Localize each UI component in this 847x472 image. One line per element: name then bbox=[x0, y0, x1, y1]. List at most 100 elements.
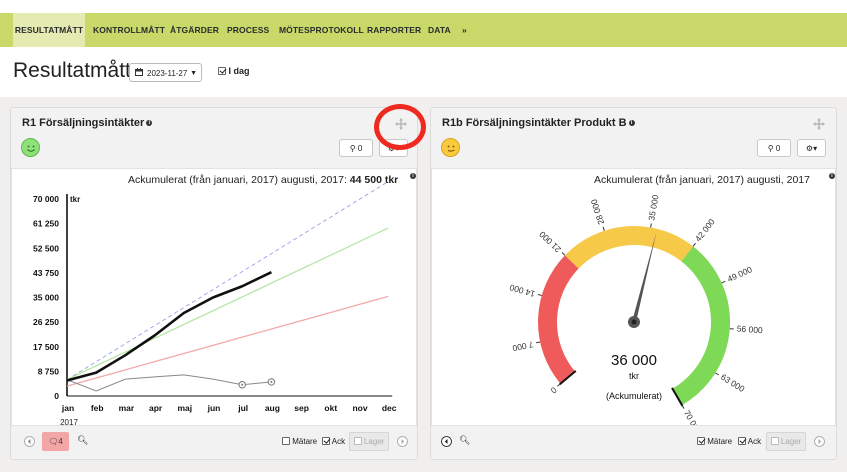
chart-panel: Ackumulerat (från januari, 2017) augusti… bbox=[431, 168, 836, 426]
card-title: R1b Försäljningsintäkter Produkt Bi bbox=[442, 117, 635, 129]
y-tick-label: 61 250 bbox=[33, 219, 59, 229]
gauge-tick-label: 49 000 bbox=[726, 264, 754, 284]
gauge-tick-label: 0 bbox=[549, 385, 559, 396]
gauge-tick bbox=[715, 372, 720, 376]
x-tick-label: aug bbox=[265, 403, 280, 413]
comments-button[interactable]: 🗨4 bbox=[42, 432, 69, 451]
nav-item-data[interactable]: DATA bbox=[428, 13, 451, 47]
comments-count: 4 bbox=[58, 437, 63, 446]
y-tick-label: 52 500 bbox=[33, 243, 59, 253]
x-tick-label: jun bbox=[207, 403, 221, 413]
card-title: R1 Försäljningsintäkter i bbox=[22, 117, 153, 129]
comment-icon: 🗨 bbox=[48, 437, 59, 446]
gauge-tick-label: 63 000 bbox=[719, 372, 747, 394]
gauge-tick bbox=[721, 280, 726, 284]
card-footer: 🔍︎ Mätare Ack Lager bbox=[431, 432, 836, 452]
gauge-tick-label: 42 000 bbox=[693, 217, 717, 244]
ack-toggle[interactable]: Ack bbox=[738, 437, 761, 446]
gauge-tick bbox=[602, 226, 605, 231]
matare-label: Mätare bbox=[707, 437, 733, 446]
info-icon[interactable]: i bbox=[146, 120, 153, 126]
gauge-tick bbox=[536, 341, 541, 344]
matare-toggle[interactable]: Mätare bbox=[282, 437, 317, 446]
matare-checkbox[interactable] bbox=[282, 437, 290, 445]
page-header: Resultatmått 2023-11-27 ▼ I dag bbox=[0, 47, 847, 97]
x-tick-label: maj bbox=[177, 403, 192, 413]
next-icon[interactable] bbox=[814, 436, 825, 447]
gauge-band-0 bbox=[538, 255, 579, 384]
lager-checkbox bbox=[770, 437, 779, 445]
highlight-ring bbox=[374, 104, 426, 150]
calendar-icon bbox=[135, 68, 143, 76]
card-footer: 🗨4 🔍︎ Mätare Ack Lager bbox=[11, 432, 417, 452]
x-tick-label: jan bbox=[61, 403, 74, 413]
ack-checkbox[interactable] bbox=[322, 437, 330, 445]
y-tick-label: 43 750 bbox=[33, 268, 59, 278]
y-tick-label: 26 250 bbox=[33, 317, 59, 327]
nav-item-kontrollmatt[interactable]: KONTROLLMÅTT bbox=[93, 13, 165, 47]
chart-panel: Ackumulerat (från januari, 2017) augusti… bbox=[11, 168, 417, 426]
move-icon[interactable] bbox=[813, 118, 825, 130]
line-chart: tkr 70 000 61 250 52 500 43 750 35 000 26 250 1… bbox=[33, 181, 397, 425]
matare-label: Mätare bbox=[292, 437, 318, 446]
ack-toggle[interactable]: Ack bbox=[322, 437, 345, 446]
lager-button[interactable]: Lager bbox=[349, 432, 389, 451]
zoom-icon[interactable]: 🔍︎ bbox=[77, 435, 88, 446]
gauge-caption: (Ackumulerat) bbox=[606, 391, 662, 401]
attachments-button[interactable]: ⚲ 0 bbox=[757, 139, 791, 157]
x-tick-label: dec bbox=[382, 403, 397, 413]
main-navbar: RESULTATMÅTT KONTROLLMÅTT ÅTGÄRDER PROCE… bbox=[0, 13, 847, 47]
series-line-3 bbox=[66, 181, 389, 381]
paperclip-icon: ⚲ bbox=[767, 144, 774, 153]
ack-label: Ack bbox=[331, 437, 346, 446]
nav-item-resultatmatt[interactable]: RESULTATMÅTT bbox=[13, 13, 85, 47]
y-tick-label: 70 000 bbox=[33, 194, 59, 204]
top-strip bbox=[0, 0, 847, 13]
x-year-label: 2017 bbox=[60, 418, 78, 425]
lager-label: Lager bbox=[363, 437, 385, 446]
nav-item-motesprotokoll[interactable]: MÖTESPROTOKOLL bbox=[279, 13, 364, 47]
y-tick-label: 35 000 bbox=[33, 293, 59, 303]
dashboard-content: R1 Försäljningsintäkter i ⚲ 0 ⚙▾ Ackumule… bbox=[0, 97, 847, 472]
x-tick-label: apr bbox=[149, 403, 163, 413]
nav-more-button[interactable]: » bbox=[462, 13, 467, 47]
gauge-band-1 bbox=[564, 226, 694, 269]
gauge-unit-label: tkr bbox=[629, 371, 639, 381]
ack-checkbox[interactable] bbox=[738, 437, 746, 445]
gauge-tick-label: 56 000 bbox=[736, 323, 763, 335]
metric-card-r1: R1 Försäljningsintäkter i ⚲ 0 ⚙▾ Ackumule… bbox=[10, 107, 418, 460]
attachments-button[interactable]: ⚲ 0 bbox=[339, 139, 373, 157]
x-tick-label: feb bbox=[91, 403, 104, 413]
info-icon[interactable]: i bbox=[628, 120, 635, 126]
lager-checkbox bbox=[353, 437, 362, 445]
y-axis-label: tkr bbox=[70, 195, 80, 204]
today-toggle[interactable]: I dag bbox=[218, 66, 250, 76]
settings-dropdown-button[interactable]: ⚙▾ bbox=[797, 139, 826, 157]
nav-item-atgarder[interactable]: ÅTGÄRDER bbox=[170, 13, 219, 47]
gauge-band-2 bbox=[672, 246, 730, 406]
gauge-hub-center bbox=[631, 319, 637, 325]
status-neutral-icon bbox=[441, 138, 460, 157]
nav-item-process[interactable]: PROCESS bbox=[227, 13, 269, 47]
x-tick-label: sep bbox=[294, 403, 309, 413]
today-checkbox[interactable] bbox=[218, 67, 226, 75]
gauge-tick bbox=[692, 242, 696, 247]
nav-item-rapporter[interactable]: RAPPORTER bbox=[367, 13, 421, 47]
x-tick-label: mar bbox=[119, 403, 135, 413]
gauge-value-label: 36 000 bbox=[611, 352, 657, 369]
y-tick-label: 17 500 bbox=[33, 342, 59, 352]
previous-icon[interactable] bbox=[24, 436, 35, 447]
matare-checkbox[interactable] bbox=[697, 437, 705, 445]
next-icon[interactable] bbox=[397, 436, 408, 447]
series-line-0 bbox=[66, 271, 272, 382]
matare-toggle[interactable]: Mätare bbox=[697, 437, 732, 446]
date-select[interactable]: 2023-11-27 ▼ bbox=[129, 63, 202, 82]
previous-icon[interactable] bbox=[441, 436, 452, 447]
gauge-tick-label: 35 000 bbox=[646, 194, 660, 222]
gauge-tick-label: 21 000 bbox=[537, 229, 563, 254]
zoom-icon[interactable]: 🔍︎ bbox=[459, 435, 470, 446]
x-tick-label: okt bbox=[324, 403, 337, 413]
lager-button[interactable]: Lager bbox=[766, 432, 806, 451]
gauge-tick bbox=[537, 293, 542, 297]
page-title: Resultatmått bbox=[13, 59, 131, 82]
